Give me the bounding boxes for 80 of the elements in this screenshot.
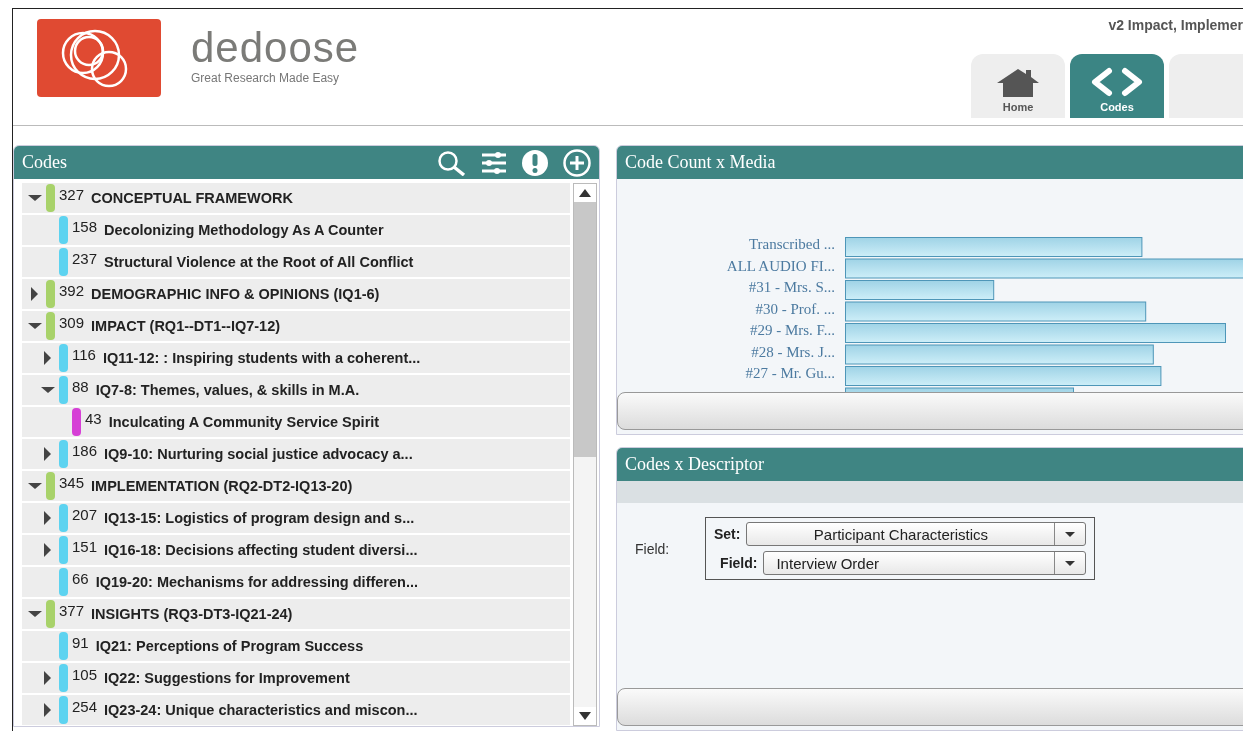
code-count: 237 bbox=[72, 250, 98, 267]
select-label: Field: bbox=[720, 555, 758, 571]
panel-title: Code Count x Media bbox=[625, 152, 776, 173]
code-count: 207 bbox=[72, 506, 98, 523]
code-label: IMPACT (RQ1--DT1--IQ7-12) bbox=[91, 318, 281, 334]
code-label: CONCEPTUAL FRAMEWORK bbox=[91, 190, 293, 206]
code-count: 158 bbox=[72, 218, 98, 235]
code-label: INSIGHTS (RQ3-DT3-IQ21-24) bbox=[91, 606, 293, 622]
code-label: IQ21: Perceptions of Program Success bbox=[95, 638, 364, 654]
code-count: 392 bbox=[59, 282, 85, 299]
code-count: 88 bbox=[72, 378, 89, 395]
code-label: IQ7-8: Themes, values, & skills in M.A. bbox=[95, 382, 360, 398]
code-row[interactable]: 105 IQ22: Suggestions for Improvement bbox=[22, 663, 570, 693]
code-label: IQ11-12: : Inspiring students with a coherent... bbox=[102, 350, 421, 366]
code-row[interactable]: 88 IQ7-8: Themes, values, & skills in M.A. bbox=[22, 375, 570, 405]
project-title: v2 Impact, Implemer bbox=[1108, 17, 1243, 33]
code-row[interactable]: 327 CONCEPTUAL FRAMEWORK bbox=[22, 183, 570, 213]
code-row[interactable]: 66 IQ19-20: Mechanisms for addressing differen... bbox=[22, 567, 570, 597]
bar-label: #29 - Mrs. F... bbox=[749, 321, 835, 340]
code-row[interactable]: 158 Decolonizing Methodology As A Counter bbox=[22, 215, 570, 245]
scroll-down-icon[interactable] bbox=[579, 712, 591, 720]
bar-label: Transcribed ... bbox=[748, 235, 835, 254]
code-label: Structural Violence at the Root of All Conflict bbox=[104, 254, 414, 270]
code-label: Decolonizing Methodology As A Counter bbox=[104, 222, 384, 238]
code-count: 345 bbox=[59, 474, 85, 491]
dropdown[interactable]: Participant Characteristics bbox=[746, 522, 1087, 546]
code-row[interactable]: 254 IQ23-24: Unique characteristics and miscon... bbox=[22, 695, 570, 725]
code-label: Inculcating A Community Service Spirit bbox=[108, 414, 380, 430]
code-row[interactable]: 91 IQ21: Perceptions of Program Success bbox=[22, 631, 570, 661]
code-row[interactable]: 237 Structural Violence at the Root of All Conflict bbox=[22, 247, 570, 277]
nav-tab[interactable]: Codes bbox=[1070, 54, 1164, 118]
alert-icon[interactable] bbox=[521, 148, 549, 177]
code-label: IQ16-18: Decisions affecting student diversi... bbox=[104, 542, 418, 558]
panel-title: Codes x Descriptor bbox=[625, 454, 764, 475]
code-count: 186 bbox=[72, 442, 98, 459]
bar-label: #30 - Prof. ... bbox=[755, 299, 835, 319]
brand-name: dedoose bbox=[191, 27, 360, 69]
dropdown[interactable]: Interview Order bbox=[763, 551, 1087, 575]
code-count: 91 bbox=[72, 634, 89, 651]
bar-label: #31 - Mrs. S... bbox=[748, 278, 835, 297]
code-label: IQ9-10: Nurturing social justice advocacy a... bbox=[104, 446, 413, 462]
code-label: IQ23-24: Unique characteristics and miscon... bbox=[104, 702, 418, 718]
code-count: 43 bbox=[85, 410, 102, 427]
code-count: 309 bbox=[59, 314, 85, 331]
code-row[interactable]: 392 DEMOGRAPHIC INFO & OPINIONS (IQ1-6) bbox=[22, 279, 570, 309]
search-icon[interactable] bbox=[437, 149, 467, 176]
code-row[interactable]: 116 IQ11-12: : Inspiring students with a coherent... bbox=[22, 343, 570, 373]
bar-label: #27 - Mr. Gu... bbox=[745, 364, 835, 383]
code-label: IQ19-20: Mechanisms for addressing differen... bbox=[95, 574, 418, 590]
scroll-up-icon[interactable] bbox=[579, 189, 591, 197]
nav-tab[interactable]: Home bbox=[971, 54, 1065, 118]
tagline: Great Research Made Easy bbox=[191, 71, 341, 85]
code-row[interactable]: 309 IMPACT (RQ1--DT1--IQ7-12) bbox=[22, 311, 570, 341]
code-row[interactable]: 186 IQ9-10: Nurturing social justice advocacy a... bbox=[22, 439, 570, 469]
bar-label: #28 - Mrs. J... bbox=[751, 342, 835, 362]
code-count: 116 bbox=[72, 346, 96, 363]
panel-title: Codes bbox=[22, 152, 67, 173]
bar-label: ALL AUDIO FI... bbox=[726, 256, 835, 276]
field-label: Field: bbox=[635, 541, 671, 557]
add-icon[interactable] bbox=[563, 148, 591, 177]
code-label: IQ13-15: Logistics of program design and s... bbox=[104, 510, 415, 526]
code-label: IQ22: Suggestions for Improvement bbox=[104, 670, 350, 686]
select-label: Set: bbox=[714, 526, 741, 542]
code-row[interactable]: 151 IQ16-18: Decisions affecting student diversi... bbox=[22, 535, 570, 565]
code-row[interactable]: 207 IQ13-15: Logistics of program design and s... bbox=[22, 503, 570, 533]
code-icon bbox=[1089, 67, 1145, 97]
code-count: 377 bbox=[59, 602, 85, 619]
filter-sliders-icon[interactable] bbox=[481, 150, 507, 175]
home-icon bbox=[995, 67, 1041, 97]
code-label: DEMOGRAPHIC INFO & OPINIONS (IQ1-6) bbox=[91, 286, 380, 302]
scrollbar[interactable] bbox=[573, 183, 597, 726]
code-row[interactable]: 377 INSIGHTS (RQ3-DT3-IQ21-24) bbox=[22, 599, 570, 629]
code-count: 66 bbox=[72, 570, 89, 587]
code-count: 151 bbox=[72, 538, 98, 555]
code-label: IMPLEMENTATION (RQ2-DT2-IQ13-20) bbox=[91, 478, 353, 494]
code-count: 105 bbox=[72, 666, 98, 683]
code-count: 254 bbox=[72, 698, 98, 715]
code-count: 327 bbox=[59, 186, 85, 203]
code-row[interactable]: 43 Inculcating A Community Service Spirit bbox=[22, 407, 570, 437]
code-row[interactable]: 345 IMPLEMENTATION (RQ2-DT2-IQ13-20) bbox=[22, 471, 570, 501]
